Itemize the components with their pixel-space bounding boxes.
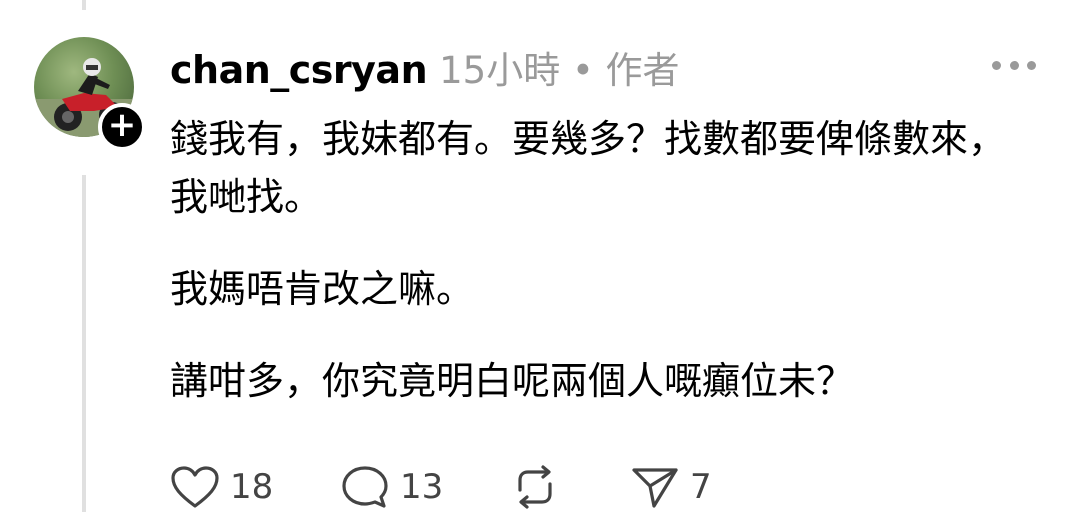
post-paragraph: 錢我有，我妹都有。要幾多？找數都要俾條數來，我哋找。 [170, 117, 1007, 219]
thread-connector-line [82, 0, 86, 10]
thread-connector-line [82, 175, 86, 512]
username[interactable]: chan_csryan [170, 48, 428, 92]
comment-bubble-icon [342, 466, 388, 508]
comment-count: 13 [400, 467, 444, 507]
post-paragraph: 講咁多，你究竟明白呢兩個人嘅癲位未？ [170, 359, 855, 403]
heart-icon [171, 466, 219, 508]
like-count: 18 [230, 467, 274, 507]
repost-icon [518, 465, 552, 509]
more-dots-icon[interactable] [992, 60, 1036, 70]
repost-button[interactable] [510, 464, 630, 510]
post-body: 錢我有，我妹都有。要幾多？找數都要俾條數來，我哋找。 我媽唔肯改之嘛。 講咁多，… [170, 110, 1030, 410]
post-meta: 15小時 • 作者 [439, 49, 680, 92]
comment-button[interactable]: 13 [340, 464, 510, 510]
send-icon [632, 468, 678, 508]
like-button[interactable]: 18 [170, 465, 340, 509]
share-count: 7 [690, 467, 712, 507]
plus-icon: + [107, 105, 137, 145]
post-header: chan_csryan 15小時 • 作者 [170, 40, 680, 94]
share-button[interactable]: 7 [630, 464, 712, 510]
post-paragraph: 我媽唔肯改之嘛。 [170, 267, 475, 311]
follow-button[interactable]: + [98, 103, 146, 151]
action-bar: 18 13 7 [170, 460, 712, 514]
avatar-container[interactable]: + [34, 37, 146, 151]
